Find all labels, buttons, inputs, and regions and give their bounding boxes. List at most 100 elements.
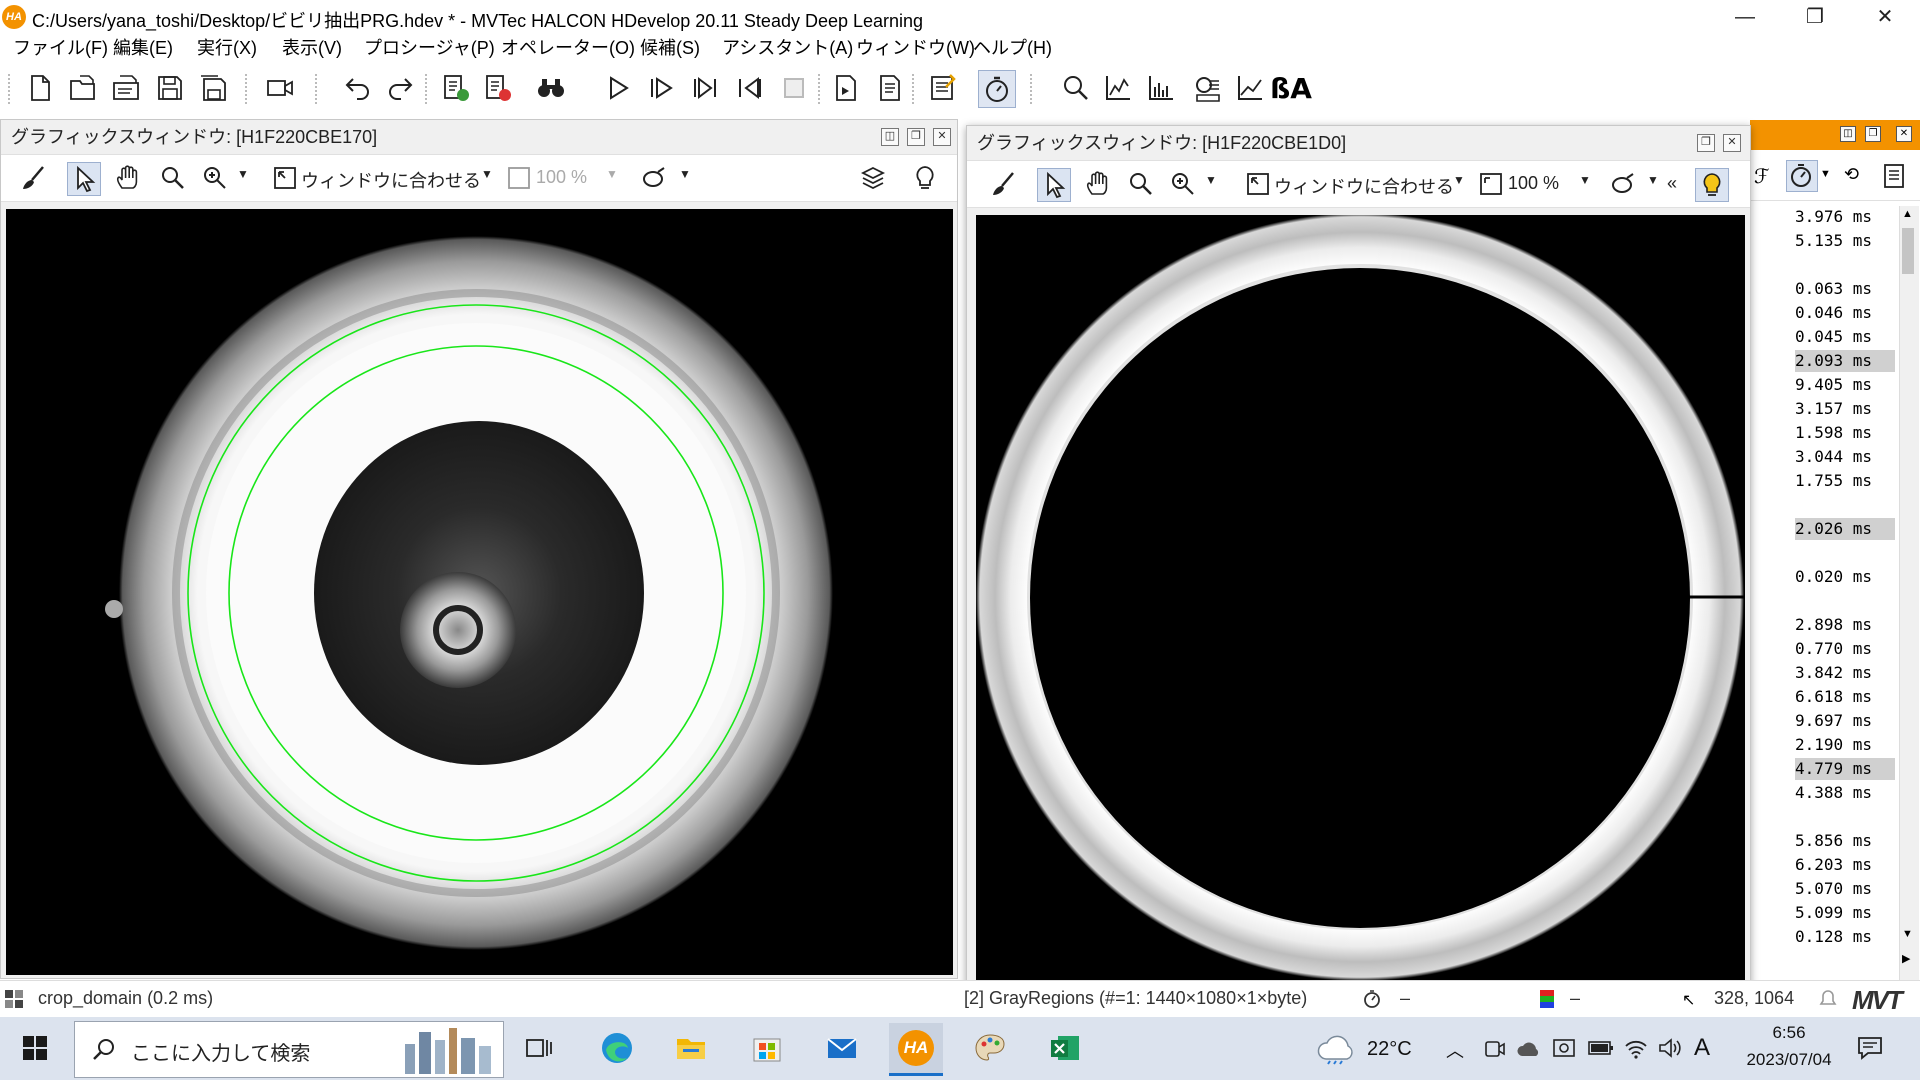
zoom-percent-value[interactable]: 100 % <box>1508 173 1559 194</box>
menu-edit[interactable]: 編集(E) <box>113 34 173 62</box>
ime-indicator[interactable]: A <box>1694 1034 1710 1062</box>
halcon-app-icon[interactable]: HA <box>2 5 26 29</box>
clear-brush-icon[interactable] <box>17 162 49 194</box>
reset-profiler-icon[interactable]: ⟲ <box>1844 164 1859 185</box>
line-profile-icon[interactable] <box>1232 70 1268 106</box>
program-listing-icon[interactable] <box>872 70 908 106</box>
scroll-up-icon[interactable]: ▲ <box>1902 208 1913 220</box>
zoom-in-icon[interactable] <box>199 162 231 194</box>
windows-start-icon[interactable] <box>8 1023 62 1073</box>
menu-procedures[interactable]: プロシージャ(P) <box>364 34 495 62</box>
gw1-restore-button[interactable]: ❐ <box>907 128 925 146</box>
ocr-icon[interactable]: ßA <box>1270 70 1312 106</box>
notification-center-icon[interactable] <box>1856 1035 1884 1061</box>
panel-close-button[interactable]: ✕ <box>1896 126 1912 142</box>
menu-execute[interactable]: 実行(X) <box>197 34 257 62</box>
undo-icon[interactable] <box>340 70 376 106</box>
clear-format-icon[interactable]: ℱ <box>1754 164 1770 189</box>
lightbulb-icon[interactable] <box>909 162 941 194</box>
panel-restore-button[interactable]: ❐ <box>1865 126 1881 142</box>
fit-window-icon[interactable] <box>269 162 301 194</box>
stop-icon[interactable] <box>776 70 812 106</box>
zoom-dropdown-chevron-icon[interactable]: ▼ <box>1205 173 1217 187</box>
scroll-down-icon[interactable]: ▼ <box>1902 928 1913 940</box>
profiler-report-icon[interactable] <box>1882 162 1908 190</box>
halcon-taskbar-button[interactable]: HA <box>889 1023 943 1076</box>
profiler-icon[interactable] <box>978 70 1016 108</box>
menu-window[interactable]: ウィンドウ(W) <box>856 34 975 62</box>
collapse-toolbar-button[interactable]: « <box>1667 173 1677 194</box>
wifi-icon[interactable] <box>1624 1037 1648 1059</box>
panel-profiler-icon[interactable] <box>1786 160 1818 192</box>
magnifier-icon[interactable] <box>157 162 189 194</box>
run-icon[interactable] <box>600 70 636 106</box>
close-button[interactable]: ✕ <box>1850 0 1920 34</box>
graphics-canvas-2[interactable] <box>976 215 1745 981</box>
video-camera-icon[interactable] <box>262 70 298 106</box>
volume-icon[interactable] <box>1658 1037 1682 1059</box>
gray-histogram-icon[interactable] <box>1100 70 1136 106</box>
open-example-icon[interactable] <box>108 70 144 106</box>
magnifier-icon[interactable] <box>1125 168 1157 200</box>
step-into-icon[interactable] <box>688 70 724 106</box>
weather-cloud-icon[interactable] <box>1316 1031 1358 1065</box>
menu-help[interactable]: ヘルプ(H) <box>973 34 1052 62</box>
draw-shape-chevron-icon[interactable]: ▼ <box>679 167 691 181</box>
zoom-percent-chevron-icon[interactable]: ▼ <box>1579 173 1591 187</box>
fit-dropdown-chevron-icon[interactable]: ▼ <box>481 167 493 181</box>
zoom-dropdown-chevron-icon[interactable]: ▼ <box>237 167 249 181</box>
fit-window-icon[interactable] <box>1242 168 1274 200</box>
pointer-tool-icon[interactable] <box>67 162 101 196</box>
gw2-restore-button[interactable]: ❐ <box>1697 134 1715 152</box>
redo-icon[interactable] <box>382 70 418 106</box>
binoculars-icon[interactable] <box>533 70 569 106</box>
save-all-icon[interactable] <box>195 70 231 106</box>
lightbulb-icon[interactable] <box>1695 168 1729 202</box>
variable-inspect-icon[interactable] <box>925 70 961 106</box>
clock-date[interactable]: 2023/07/04 <box>1734 1050 1844 1070</box>
scroll-thumb[interactable] <box>1902 228 1914 274</box>
zoom-percent-icon[interactable] <box>1475 168 1507 200</box>
draw-shape-chevron-icon[interactable]: ▼ <box>1647 173 1659 187</box>
panel-float-button[interactable]: ◫ <box>1840 126 1856 142</box>
scroll-right-icon[interactable]: ▶ <box>1902 952 1910 965</box>
reset-program-icon[interactable] <box>828 70 864 106</box>
step-out-icon[interactable] <box>731 70 767 106</box>
gw1-close-button[interactable]: ✕ <box>933 128 951 146</box>
hand-tool-icon[interactable] <box>112 162 144 194</box>
clock-time[interactable]: 6:56 <box>1752 1023 1826 1043</box>
fit-dropdown-chevron-icon[interactable]: ▼ <box>1453 173 1465 187</box>
deactivate-icon[interactable] <box>480 70 516 106</box>
draw-shape-icon[interactable] <box>1607 168 1639 200</box>
feature-histogram-icon[interactable] <box>1143 70 1179 106</box>
onedrive-cloud-icon[interactable] <box>1516 1039 1542 1059</box>
menu-file[interactable]: ファイル(F) <box>13 34 108 62</box>
save-icon[interactable] <box>152 70 188 106</box>
step-over-icon[interactable] <box>643 70 679 106</box>
maximize-button[interactable]: ❐ <box>1780 0 1850 34</box>
open-file-icon[interactable] <box>65 70 101 106</box>
edge-browser-icon[interactable] <box>590 1023 644 1073</box>
panel-profiler-chevron-icon[interactable]: ▼ <box>1820 168 1831 180</box>
notification-bell-icon[interactable] <box>1818 989 1838 1009</box>
menu-assistants[interactable]: アシスタント(A) <box>722 34 853 62</box>
feature-inspection-icon[interactable] <box>1190 70 1226 106</box>
excel-icon[interactable] <box>1038 1023 1092 1073</box>
gw1-float-button[interactable]: ◫ <box>881 128 899 146</box>
task-view-icon[interactable] <box>512 1023 566 1073</box>
gw2-close-button[interactable]: ✕ <box>1723 134 1741 152</box>
show-hidden-icons-chevron-icon[interactable]: ︿ <box>1446 1037 1464 1063</box>
zoom-in-icon[interactable] <box>1167 168 1199 200</box>
paint-palette-icon[interactable] <box>963 1023 1017 1073</box>
menu-operators[interactable]: オペレーター(O) <box>501 34 635 62</box>
weather-temperature[interactable]: 22°C <box>1367 1038 1412 1061</box>
file-explorer-icon[interactable] <box>664 1023 718 1073</box>
fit-window-label[interactable]: ウィンドウに合わせる <box>301 167 481 193</box>
clear-brush-icon[interactable] <box>987 168 1019 200</box>
meet-now-icon[interactable] <box>1484 1039 1506 1059</box>
microsoft-store-icon[interactable] <box>740 1023 794 1073</box>
activate-icon[interactable] <box>438 70 474 106</box>
mail-icon[interactable] <box>815 1023 869 1073</box>
screen-capture-icon[interactable] <box>1552 1037 1576 1059</box>
hand-tool-icon[interactable] <box>1082 168 1114 200</box>
